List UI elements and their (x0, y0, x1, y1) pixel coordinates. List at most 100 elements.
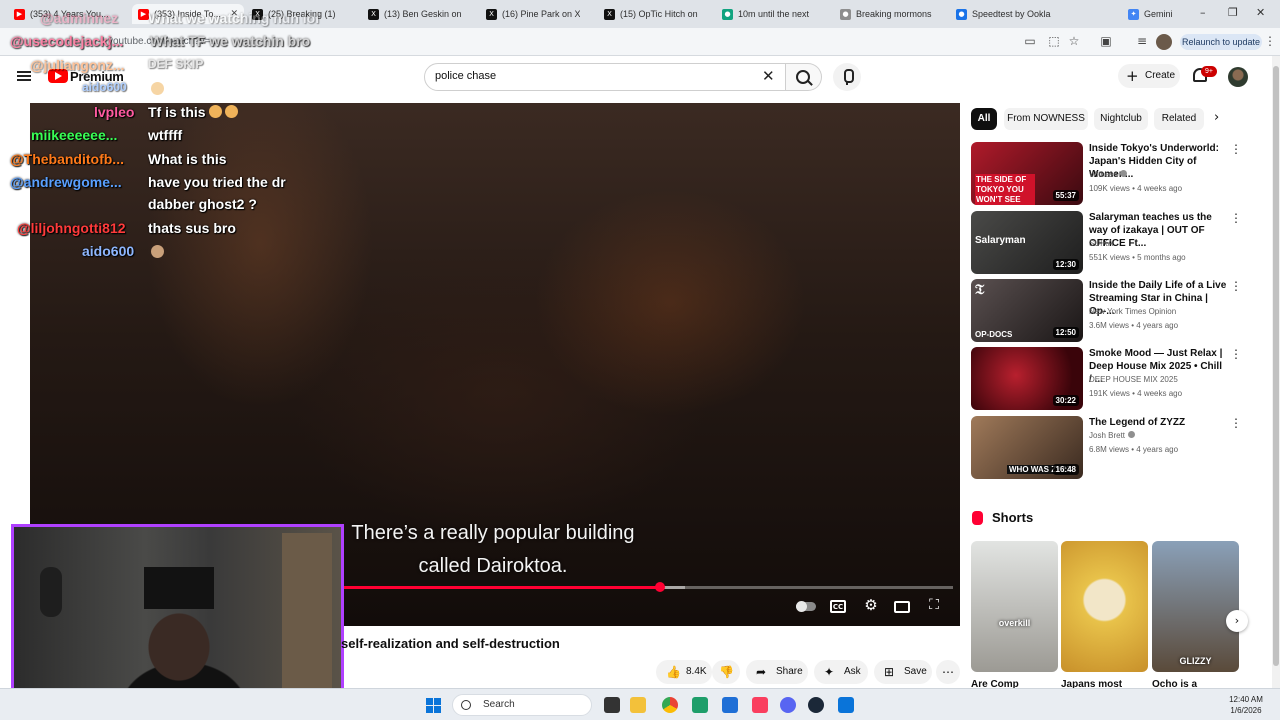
chat-username: @adminnez (40, 10, 119, 26)
chip-all[interactable]: All (971, 108, 997, 130)
chevron-right-icon[interactable]: › (1214, 110, 1219, 125)
more-vert-icon[interactable]: ⋮ (1230, 347, 1242, 361)
channel-name[interactable]: Josh Brett (1089, 431, 1136, 440)
profile-icon[interactable] (1156, 34, 1172, 50)
chat-username: @usecodejackj... (10, 33, 124, 49)
video-thumbnail[interactable]: WHO WAS ZYZZ 16:48 (971, 416, 1083, 479)
account-avatar[interactable] (1228, 67, 1248, 87)
save-button[interactable]: ⊞ Save (874, 660, 932, 684)
recommended-video[interactable]: 𝔗 OP-DOCS 12:50 Inside the Daily Life of… (971, 279, 1251, 343)
more-vert-icon[interactable]: ⋮ (1262, 34, 1278, 50)
progress-scrubber[interactable] (655, 582, 666, 592)
short-card[interactable] (1061, 541, 1148, 672)
emote-icon (151, 245, 164, 258)
fullscreen-icon[interactable]: ⛶ (925, 597, 943, 613)
taskbar-clock[interactable]: 12:40 AM 1/6/2026 (1222, 694, 1270, 716)
taskbar-search[interactable]: Search (452, 694, 592, 716)
chat-username: @Thebanditofb... (10, 151, 124, 167)
short-card[interactable]: GLIZZY (1152, 541, 1239, 672)
discord-icon[interactable] (780, 697, 796, 713)
channel-name[interactable]: New York Times Opinion (1089, 307, 1176, 316)
recommended-video[interactable]: Salaryman 12:30 Salaryman teaches us the… (971, 211, 1251, 275)
music-app-icon[interactable] (752, 697, 768, 713)
cast-icon[interactable]: ▭ (1022, 34, 1038, 50)
minimize-icon[interactable]: – (1200, 6, 1206, 19)
nyt-logo-icon: 𝔗 (975, 283, 985, 298)
progress-bar[interactable] (343, 582, 953, 592)
chevron-right-icon[interactable]: › (1226, 610, 1248, 632)
recommended-video[interactable]: WHO WAS ZYZZ 16:48 The Legend of ZYZZ Jo… (971, 416, 1251, 480)
voice-search-button[interactable] (833, 63, 861, 91)
ask-button[interactable]: ✦ Ask (814, 660, 868, 684)
browser-tab[interactable]: ● 10m until the next (716, 4, 826, 24)
video-thumbnail[interactable]: Salaryman 12:30 (971, 211, 1083, 274)
more-vert-icon[interactable]: ⋮ (1230, 211, 1242, 225)
notepad-icon[interactable] (838, 697, 854, 713)
video-duration: 12:30 (1052, 259, 1079, 270)
more-vert-icon[interactable]: ⋮ (1230, 279, 1242, 293)
recommended-video[interactable]: THE SIDE OF TOKYO YOU WON'T SEE 55:37 In… (971, 142, 1251, 206)
more-actions-button[interactable]: ⋯ (936, 660, 960, 684)
chat-username: aido600 (82, 80, 127, 94)
recommended-video[interactable]: 30:22 Smoke Mood — Just Relax | Deep Hou… (971, 347, 1251, 411)
video-thumbnail[interactable]: 30:22 (971, 347, 1083, 410)
search-button[interactable] (786, 63, 822, 91)
clear-search-icon[interactable]: ✕ (762, 67, 775, 85)
file-explorer-icon[interactable] (630, 697, 646, 713)
steam-icon[interactable] (808, 697, 824, 713)
search-input[interactable] (435, 70, 745, 82)
video-thumbnail[interactable]: THE SIDE OF TOKYO YOU WON'T SEE 55:37 (971, 142, 1083, 205)
channel-name[interactable]: DEEP HOUSE MIX 2025 (1089, 375, 1178, 384)
short-thumbnail-text: GLIZZY (1179, 656, 1212, 666)
browser-tab[interactable]: X (15) OpTic Hitch on (598, 4, 698, 24)
settings-gear-icon[interactable]: ⚙ (862, 596, 880, 614)
browser-tab[interactable]: ● Speedtest by Ookla (950, 4, 1060, 24)
close-window-icon[interactable]: ✕ (1256, 6, 1265, 19)
thumbs-up-icon: 👍 (666, 665, 681, 679)
browser-tab[interactable]: ✦ Gemini (1122, 4, 1192, 24)
browser-tab[interactable]: X (16) Pine Park on X (480, 4, 580, 24)
windows-start-icon[interactable] (426, 698, 441, 713)
chat-username: aido600 (82, 243, 135, 259)
captions-icon[interactable]: CC (830, 600, 846, 613)
short-card[interactable]: overkill (971, 541, 1058, 672)
chat-text: Tf is this (148, 104, 238, 120)
chat-text: What is this (148, 151, 227, 167)
app-icon[interactable] (692, 697, 708, 713)
channel-name[interactable]: SUIKA (1089, 239, 1113, 248)
chat-message: aido600 (0, 80, 360, 98)
share-button[interactable]: ➦ Share (746, 660, 808, 684)
theater-mode-icon[interactable] (894, 601, 910, 613)
video-thumbnail[interactable]: 𝔗 OP-DOCS 12:50 (971, 279, 1083, 342)
browser-tab[interactable]: ● Breaking mormons (834, 4, 934, 24)
skull-emote-icon (224, 105, 238, 118)
like-button[interactable]: 👍 8.4K (656, 660, 712, 684)
menu-list-icon[interactable]: ≡ (1134, 34, 1150, 50)
more-vert-icon[interactable]: ⋮ (1230, 416, 1242, 430)
more-vert-icon[interactable]: ⋮ (1230, 142, 1242, 156)
bookmark-star-icon[interactable]: ☆ (1066, 34, 1082, 50)
relaunch-button[interactable]: Relaunch to update (1180, 34, 1262, 50)
autoplay-toggle[interactable] (796, 601, 816, 612)
video-duration: 55:37 (1052, 190, 1079, 201)
task-view-icon[interactable] (604, 697, 620, 713)
page-scrollbar[interactable] (1272, 56, 1280, 688)
create-button[interactable]: + Create (1118, 64, 1180, 88)
chip-from-nowness[interactable]: From NOWNESS (1004, 108, 1088, 130)
channel-name[interactable]: Witness (1089, 170, 1128, 179)
sidepanel-icon[interactable]: ▣ (1098, 34, 1114, 50)
video-title[interactable]: The Legend of ZYZZ (1089, 416, 1227, 429)
maximize-icon[interactable]: ❐ (1228, 6, 1238, 19)
app-icon[interactable] (722, 697, 738, 713)
video-meta: 551K views • 5 months ago (1089, 253, 1186, 262)
chip-related[interactable]: Related (1154, 108, 1204, 130)
browser-tab[interactable]: X (13) Ben Geskin on (362, 4, 462, 24)
more-horiz-icon: ⋯ (942, 665, 954, 679)
dislike-button[interactable]: 👎 (712, 660, 740, 684)
clock-date: 1/6/2026 (1230, 706, 1262, 715)
microphone-image (40, 567, 62, 617)
tab-label: (13) Ben Geskin on (384, 9, 462, 19)
chip-nightclub[interactable]: Nightclub (1094, 108, 1148, 130)
extension-icon[interactable]: ⬚ (1046, 34, 1062, 50)
chrome-icon[interactable] (662, 697, 678, 713)
